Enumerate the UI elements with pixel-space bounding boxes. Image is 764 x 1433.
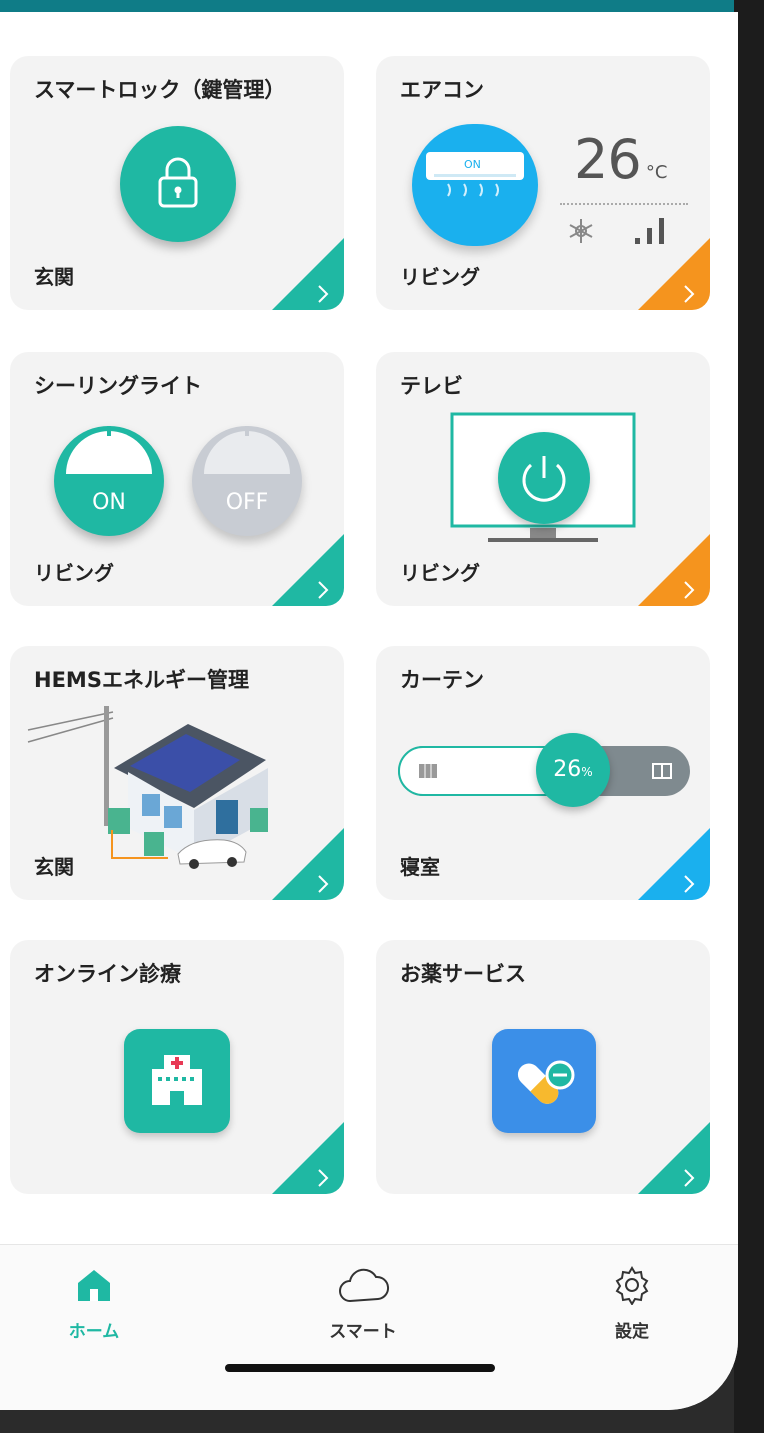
light-on-button[interactable]: ON <box>54 426 164 536</box>
light-off-label: OFF <box>225 490 269 515</box>
card-room: リビング <box>400 561 480 585</box>
nav-home[interactable]: ホーム <box>34 1265 154 1342</box>
cloud-icon <box>339 1268 390 1303</box>
open-detail-button[interactable] <box>638 828 710 900</box>
open-detail-button[interactable] <box>638 1122 710 1194</box>
pill-icon <box>517 1060 575 1104</box>
open-detail-button[interactable] <box>272 1122 344 1194</box>
curtain-level-unit: % <box>581 765 593 779</box>
card-title: カーテン <box>400 668 484 692</box>
snowflake-icon <box>569 219 593 243</box>
home-indicator[interactable] <box>225 1364 495 1372</box>
open-detail-button[interactable] <box>272 534 344 606</box>
card-title: オンライン診療 <box>34 962 181 986</box>
light-off-button[interactable]: OFF <box>192 426 302 536</box>
temperature-divider <box>560 203 688 205</box>
light-on-label: ON <box>92 490 126 515</box>
medicine-button[interactable] <box>492 1029 596 1133</box>
card-medicine-service[interactable]: お薬サービス <box>376 940 710 1194</box>
card-title: テレビ <box>400 374 463 398</box>
aircon-temperature: 26 °C <box>574 128 667 191</box>
curtain-open-icon <box>652 763 672 779</box>
card-room: 玄関 <box>34 855 74 879</box>
hospital-icon <box>152 1055 202 1105</box>
nav-smart-label: スマート <box>329 1322 397 1342</box>
padlock-button[interactable] <box>120 126 236 242</box>
aircon-button[interactable]: ON <box>412 124 538 246</box>
padlock-icon <box>158 157 198 208</box>
power-icon <box>522 456 566 502</box>
open-detail-button[interactable] <box>638 238 710 310</box>
open-detail-button[interactable] <box>272 238 344 310</box>
status-strip <box>0 0 764 12</box>
curtain-slider-knob[interactable]: 26% <box>536 733 610 807</box>
phone-frame <box>734 0 764 1433</box>
aircon-on-label: ON <box>464 158 481 171</box>
card-room: 玄関 <box>34 265 74 289</box>
card-title: シーリングライト <box>34 374 202 398</box>
card-curtain[interactable]: カーテン 26% 寝室 <box>376 646 710 900</box>
curtain-closed-icon <box>419 764 437 778</box>
home-icon <box>78 1270 110 1301</box>
lamp-off-icon <box>204 426 290 474</box>
card-room: 寝室 <box>400 855 440 879</box>
aircon-unit-icon <box>426 152 524 197</box>
card-ceiling-light[interactable]: シーリングライト ON OFF リビング <box>10 352 344 606</box>
open-detail-button[interactable] <box>638 534 710 606</box>
card-room: リビング <box>400 265 480 289</box>
nav-settings[interactable]: 設定 <box>572 1265 692 1342</box>
app-screen: スマートロック（鍵管理） 玄関 エアコン ON 26 °C リビング シーリング… <box>0 12 738 1410</box>
card-title: お薬サービス <box>400 962 526 986</box>
card-hems[interactable]: HEMSエネルギー管理 玄関 <box>10 646 344 900</box>
card-online-clinic[interactable]: オンライン診療 <box>10 940 344 1194</box>
card-tv[interactable]: テレビ リビング <box>376 352 710 606</box>
card-title: スマートロック（鍵管理） <box>34 78 286 102</box>
card-smart-lock[interactable]: スマートロック（鍵管理） 玄関 <box>10 56 344 310</box>
clinic-button[interactable] <box>124 1029 230 1133</box>
temperature-unit: °C <box>645 162 668 183</box>
bottom-navigation: ホーム スマート 設定 <box>0 1244 738 1410</box>
tv-power-button[interactable] <box>498 432 590 524</box>
card-room: リビング <box>34 561 114 585</box>
temperature-value: 26 <box>574 128 642 191</box>
nav-home-label: ホーム <box>68 1322 120 1342</box>
lamp-icon <box>66 426 152 474</box>
card-aircon[interactable]: エアコン ON 26 °C リビング <box>376 56 710 310</box>
curtain-level-value: 26 <box>553 757 582 782</box>
card-title: エアコン <box>400 78 484 102</box>
nav-smart[interactable]: スマート <box>303 1265 423 1342</box>
nav-settings-label: 設定 <box>615 1322 649 1342</box>
open-detail-button[interactable] <box>272 828 344 900</box>
gear-icon <box>615 1266 649 1306</box>
